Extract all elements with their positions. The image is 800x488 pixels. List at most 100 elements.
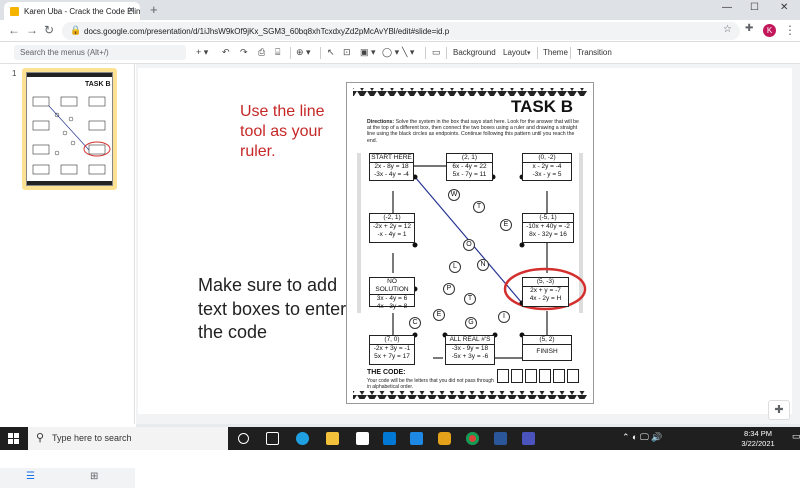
system-tray-icons[interactable]: ⌃ ◐ 🖵 🔊 [622,432,662,443]
image-icon[interactable]: ▣ ▾ [360,47,376,58]
letter-circle: W [448,189,460,201]
bookmark-star-icon[interactable]: ☆ [723,24,732,35]
code-blank [497,369,509,383]
ruler-instruction-text[interactable]: Use the line tool as your ruler. [240,102,350,162]
toolbar-divider [570,47,571,59]
app-icon[interactable] [438,432,451,445]
clock-date: 3/22/2021 [741,438,775,448]
toolbar-divider [537,47,538,59]
letter-circle: C [409,317,421,329]
shape-icon[interactable]: ◯ ▾ [382,47,399,58]
code-instruction-text[interactable]: Make sure to add text boxes to enter the… [198,274,348,345]
box-heading: (5, -3) [523,278,568,287]
letter-circle: E [500,219,512,231]
forward-icon[interactable]: → [26,23,38,37]
browser-tab[interactable]: Karen Uba - Crack the Code Elim ✕ [4,2,140,20]
zoom-icon[interactable]: ⊕ ▾ [296,47,311,58]
box-equation: -2x + 2y = 12 [373,223,411,230]
taskbar-search-input[interactable]: ⚲ Type here to search [28,427,228,450]
slide[interactable]: Use the line tool as your ruler. Make su… [138,68,792,414]
chrome-menu-icon[interactable]: ⋮ [784,23,796,37]
minimize-icon[interactable]: — [722,2,732,13]
extensions-icon[interactable]: ✚ [745,23,753,34]
worksheet-title: TASK B [509,97,576,117]
thumbnail-preview: TASK B [27,73,112,185]
box-equation: -3x - 9y = 18 [451,345,489,352]
url-field[interactable]: 🔒 docs.google.com/presentation/d/1iJhsW9… [62,22,740,40]
slide-thumbnail-selected[interactable]: TASK B [22,68,117,190]
code-blank [553,369,565,383]
avatar[interactable]: K [763,24,776,37]
word-icon[interactable] [494,432,507,445]
edge-icon[interactable] [296,432,309,445]
text-box-icon[interactable]: ⊡ [343,47,351,58]
address-bar-row: ← → ↻ 🔒 docs.google.com/presentation/d/1… [0,20,800,42]
maximize-icon[interactable]: ☐ [750,2,759,13]
worksheet-box-start: START HERE 2x - 8y = 18 -3x - 4y = -4 [369,153,414,181]
notifications-icon[interactable]: ▭ [792,431,800,442]
redo-icon[interactable]: ↷ [240,47,248,58]
url-text: docs.google.com/presentation/d/1iJhsW9kO… [84,26,450,36]
slides-favicon-icon [10,6,19,16]
line-tool-icon[interactable]: ╲ ▾ [402,47,414,58]
paint-format-icon[interactable]: ⌸ [275,47,280,58]
reload-icon[interactable]: ↻ [44,23,54,37]
grid-view-icon[interactable]: ⊞ [90,471,98,482]
clock-time: 8:34 PM [744,429,772,438]
undo-icon[interactable]: ↶ [222,47,230,58]
worksheet-box: (2, 1) 6x - 4y = 22 5x - 7y = 11 [446,153,493,181]
box-equation: 2x + y = -7 [530,287,561,294]
cortana-icon[interactable] [238,433,249,444]
close-tab-icon[interactable]: ✕ [127,5,135,16]
close-window-icon[interactable]: ✕ [780,2,788,13]
box-heading: (0, -2) [523,154,571,163]
menu-search-input[interactable]: Search the menus (Alt+/) [14,45,186,60]
letter-circle: I [498,311,510,323]
layout-button[interactable]: Layout [503,48,527,57]
box-heading: (5, 2) [523,336,571,345]
explore-icon[interactable]: ✚ [768,400,790,420]
mail-icon[interactable] [383,432,396,445]
box-equation: -5x + 3y = -6 [451,353,489,360]
box-equation: -3x - y = 5 [532,171,562,178]
task-view-icon[interactable] [266,432,279,445]
select-tool-icon[interactable]: ↖ [327,47,335,58]
taskbar-clock[interactable]: 8:34 PM 3/22/2021 [728,429,788,448]
letter-circle: N [477,259,489,271]
box-heading: ALL REAL #'S [446,336,494,345]
file-explorer-icon[interactable] [326,432,339,445]
letter-circle: G [465,317,477,329]
worksheet-box-finish: (5, 2) FINISH [522,335,572,361]
teams-icon[interactable] [522,432,535,445]
code-blank [567,369,579,383]
code-blank [539,369,551,383]
print-icon[interactable]: ⎙ [258,47,265,58]
zoom-app-icon[interactable] [410,432,423,445]
worksheet-image[interactable]: TASK B Directions: Solve the system in t… [346,82,594,404]
box-equation: 4x - 3y = 8 [376,303,408,310]
directions-body: Solve the system in the box that says st… [367,119,579,144]
back-icon[interactable]: ← [8,23,20,37]
theme-button[interactable]: Theme [543,48,568,57]
windows-start-icon[interactable] [8,433,19,444]
taskbar-search-placeholder: Type here to search [52,433,132,443]
new-slide-icon[interactable]: + ▾ [196,47,208,58]
lock-icon: 🔒 [70,25,82,35]
worksheet-box: (-5, 1) -10x + 40y = -2 8x - 32y = 16 [522,213,574,243]
chrome-icon[interactable] [466,432,479,445]
box-heading: START HERE [370,154,413,163]
slide-thumbnail[interactable]: TASK B [26,72,113,186]
box-heading: (-5, 1) [523,214,573,223]
new-tab-button[interactable]: + [150,2,158,17]
comment-icon[interactable]: ▭ [432,47,441,58]
store-icon[interactable] [356,432,369,445]
tab-title: Karen Uba - Crack the Code Elim [24,6,140,16]
slide-number: 1 [12,69,17,78]
box-heading: NO SOLUTION [370,278,414,295]
directions-text: Directions: Solve the system in the box … [367,119,581,144]
letter-circle: E [433,309,445,321]
svg-text:TASK B: TASK B [85,81,111,88]
background-button[interactable]: Background [453,48,496,57]
transition-button[interactable]: Transition [577,48,612,57]
filmstrip-view-icon[interactable]: ☰ [26,471,35,482]
